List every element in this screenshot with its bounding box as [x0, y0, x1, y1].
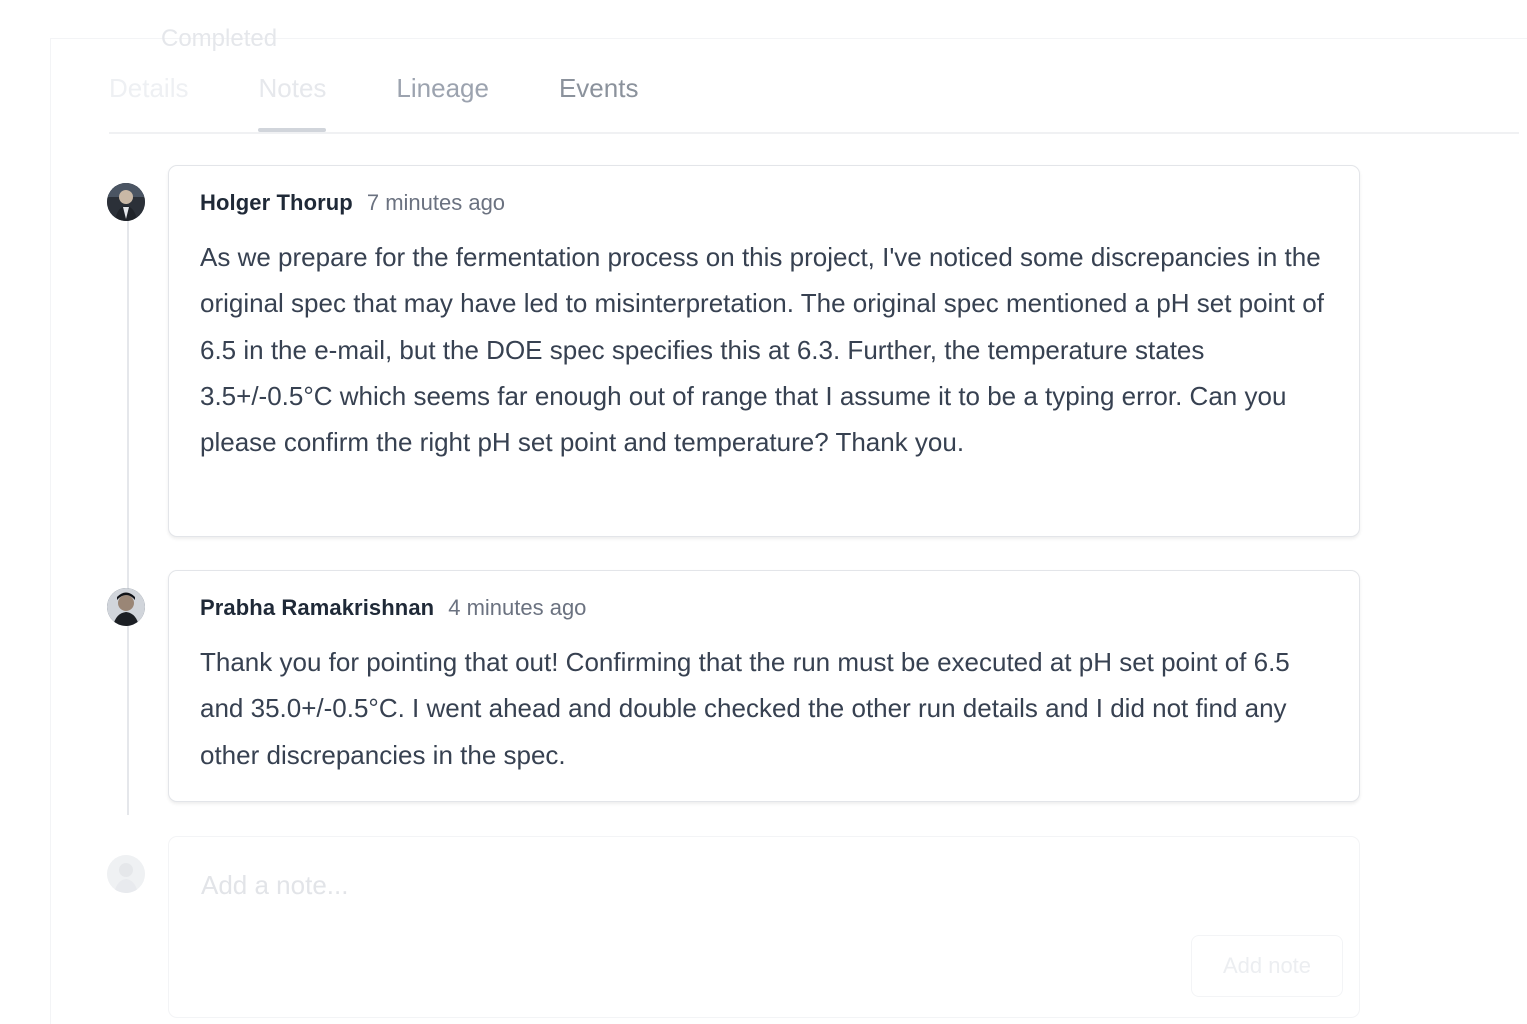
note-header: Prabha Ramakrishnan 4 minutes ago — [200, 595, 1329, 623]
avatar-prabha-ramakrishnan — [107, 588, 145, 626]
note-timestamp: 7 minutes ago — [366, 190, 506, 215]
note-header: Holger Thorup 7 minutes ago — [200, 190, 1329, 218]
user-avatar-icon — [107, 588, 145, 626]
note-author: Holger Thorup — [200, 190, 353, 215]
tab-events[interactable]: Events — [559, 60, 639, 130]
note-card: Holger Thorup 7 minutes ago As we prepar… — [168, 165, 1360, 537]
tab-notes[interactable]: Notes — [258, 60, 326, 132]
user-avatar-icon — [107, 183, 145, 221]
tab-lineage[interactable]: Lineage — [396, 60, 489, 130]
user-avatar-icon — [107, 855, 145, 893]
avatar-holger-thorup — [107, 183, 145, 221]
add-note-input[interactable] — [199, 869, 1303, 902]
timeline-connector — [127, 215, 129, 815]
note-timestamp: 4 minutes ago — [448, 595, 587, 620]
tab-details[interactable]: Details — [109, 60, 188, 130]
note-body: Thank you for pointing that out! Confirm… — [200, 647, 1290, 770]
note-author: Prabha Ramakrishnan — [200, 595, 435, 620]
notes-view: Completed Details Notes Lineage Events H… — [0, 0, 1527, 1024]
status-text: Completed — [161, 25, 278, 52]
add-note-button[interactable]: Add note — [1191, 935, 1343, 997]
note-body: As we prepare for the fermentation proce… — [200, 242, 1324, 458]
current-user-avatar — [107, 855, 145, 893]
note-composer: Add note — [168, 836, 1360, 1018]
note-card: Prabha Ramakrishnan 4 minutes ago Thank … — [168, 570, 1360, 802]
tab-bar: Details Notes Lineage Events — [109, 60, 1519, 134]
